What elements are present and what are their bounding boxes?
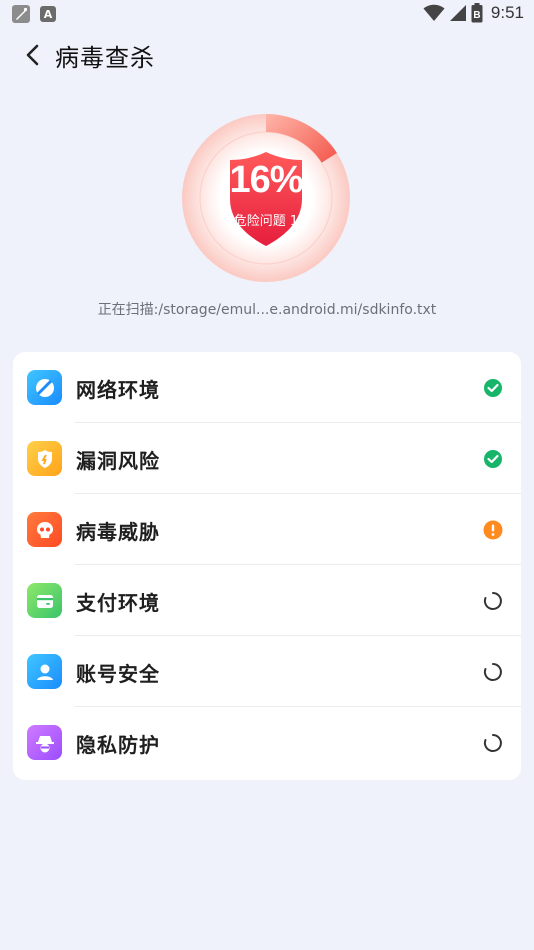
check-label: 支付环境 bbox=[76, 591, 160, 615]
clock: 9:51 bbox=[490, 3, 524, 22]
scanning-file-path: 正在扫描:/storage/emul...e.android.mi/sdkinf… bbox=[97, 302, 437, 318]
check-label: 漏洞风险 bbox=[76, 449, 160, 473]
check-row-payment[interactable]: 支付环境 bbox=[13, 565, 521, 636]
notification-icons: A bbox=[12, 5, 56, 23]
issue-count: 危险问题 1 bbox=[233, 214, 299, 229]
user-icon bbox=[27, 654, 62, 689]
network-icon bbox=[27, 370, 62, 405]
wallet-icon bbox=[27, 583, 62, 618]
battery-icon: B bbox=[471, 3, 483, 23]
check-label: 网络环境 bbox=[76, 378, 160, 402]
check-label: 隐私防护 bbox=[76, 733, 160, 757]
check-list-card: 网络环境 漏洞风险 病毒威胁 支付环境 账号安全 隐私防护 bbox=[13, 352, 521, 780]
skull-icon bbox=[27, 512, 62, 547]
check-label: 账号安全 bbox=[76, 662, 160, 686]
check-row-virus[interactable]: 病毒威胁 bbox=[13, 494, 521, 565]
incognito-icon bbox=[27, 725, 62, 760]
status-bar: A B 9:51 bbox=[0, 0, 534, 28]
check-label: 病毒威胁 bbox=[76, 520, 160, 544]
scan-progress-gauge: 16% 危险问题 1 bbox=[181, 113, 351, 283]
check-row-account[interactable]: 账号安全 bbox=[13, 636, 521, 707]
loading-spinner-icon bbox=[483, 663, 502, 681]
check-row-privacy[interactable]: 隐私防护 bbox=[13, 707, 521, 778]
check-row-vulnerability[interactable]: 漏洞风险 bbox=[13, 423, 521, 494]
header: 病毒查杀 bbox=[0, 32, 534, 78]
page-title: 病毒查杀 bbox=[55, 44, 155, 72]
svg-text:B: B bbox=[473, 10, 480, 21]
check-circle-icon bbox=[484, 379, 502, 397]
back-button[interactable] bbox=[20, 40, 48, 70]
scan-percent: 16% bbox=[229, 159, 303, 201]
signal-icon bbox=[449, 5, 466, 21]
loading-spinner-icon bbox=[483, 592, 502, 610]
a-letter-icon: A bbox=[40, 6, 56, 22]
shield-icon bbox=[27, 441, 62, 476]
loading-spinner-icon bbox=[483, 734, 502, 752]
check-circle-icon bbox=[484, 450, 502, 468]
app-icon bbox=[12, 5, 30, 23]
check-row-network[interactable]: 网络环境 bbox=[13, 352, 521, 423]
chevron-left-icon bbox=[26, 44, 39, 66]
warning-circle-icon bbox=[483, 520, 503, 540]
system-status: B 9:51 bbox=[423, 3, 524, 23]
wifi-icon bbox=[423, 4, 445, 21]
